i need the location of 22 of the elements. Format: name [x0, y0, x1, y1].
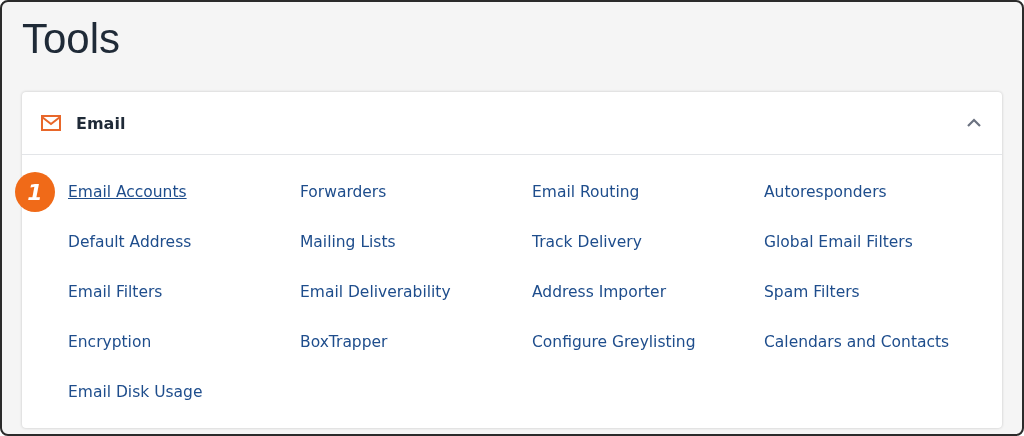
- tool-link[interactable]: Configure Greylisting: [532, 333, 696, 351]
- tool-link[interactable]: Default Address: [68, 233, 192, 251]
- tool-link[interactable]: Global Email Filters: [764, 233, 913, 251]
- tool-link[interactable]: Track Delivery: [532, 233, 642, 251]
- tool-link[interactable]: Email Filters: [68, 283, 163, 301]
- collapse-chevron-icon[interactable]: [966, 117, 982, 129]
- tool-link[interactable]: Email Accounts: [68, 183, 187, 201]
- tool-link[interactable]: BoxTrapper: [300, 333, 388, 351]
- page-title: Tools: [22, 14, 122, 64]
- tool-link[interactable]: Email Routing: [532, 183, 640, 201]
- tool-link[interactable]: Email Disk Usage: [68, 383, 203, 401]
- section-title: Email: [76, 113, 126, 133]
- step-number-badge: 1: [15, 172, 55, 212]
- tool-link[interactable]: Encryption: [68, 333, 152, 351]
- tool-link[interactable]: Spam Filters: [764, 283, 860, 301]
- tool-link[interactable]: Calendars and Contacts: [764, 333, 950, 351]
- tool-link[interactable]: Mailing Lists: [300, 233, 396, 251]
- tool-link[interactable]: Email Deliverability: [300, 283, 451, 301]
- tool-link[interactable]: Autoresponders: [764, 183, 887, 201]
- envelope-icon: [41, 115, 61, 131]
- tool-link[interactable]: Address Importer: [532, 283, 666, 301]
- tool-link[interactable]: Forwarders: [300, 183, 387, 201]
